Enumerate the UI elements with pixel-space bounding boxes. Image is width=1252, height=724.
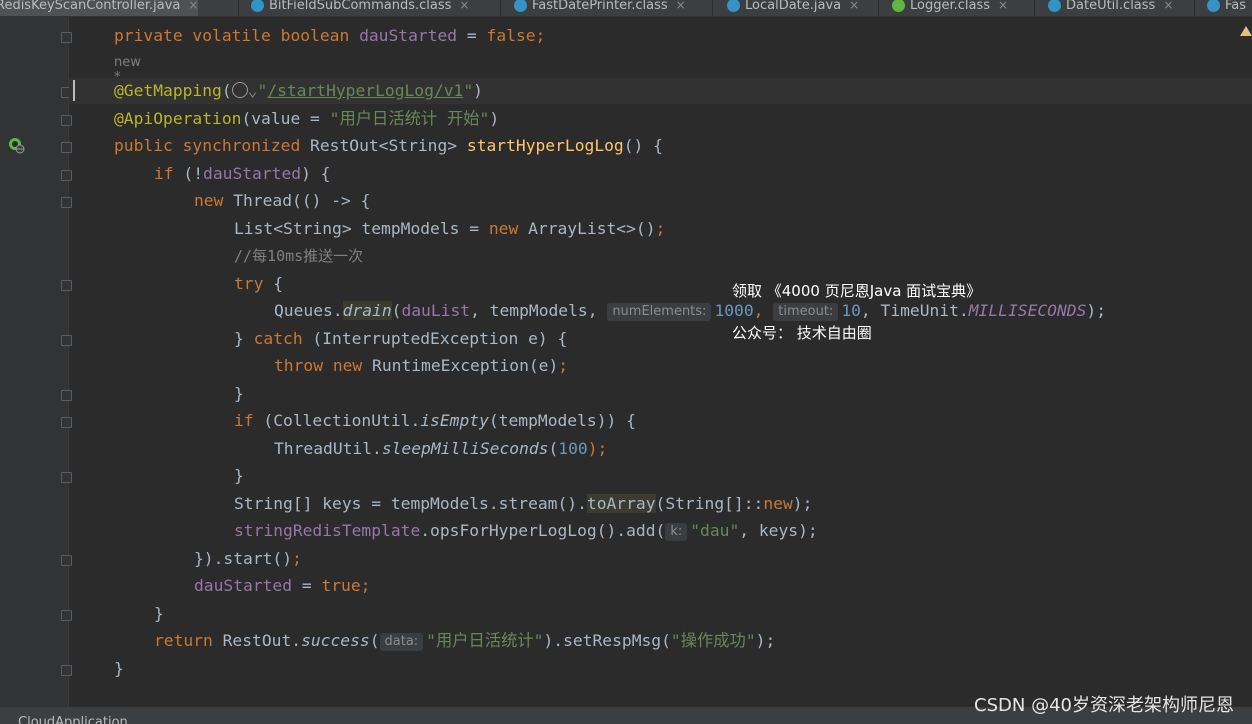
code-line: private volatile boolean dauStarted = fa… <box>114 26 546 45</box>
tab-label: DateUtil.class <box>1066 0 1156 13</box>
editor-tab-bar: RedisKeyScanController.java × BitFieldSu… <box>0 0 1252 17</box>
fold-marker[interactable] <box>61 417 72 428</box>
fold-marker[interactable] <box>61 115 72 126</box>
class-icon <box>514 0 527 12</box>
class-icon <box>251 0 264 12</box>
web-endpoint-gutter-icon[interactable] <box>8 137 25 154</box>
code-line: @ApiOperation(value = "用户日活统计 开始") <box>114 109 500 128</box>
parameter-hint: data: <box>379 633 424 651</box>
warning-icon[interactable] <box>1240 26 1252 36</box>
fold-marker[interactable] <box>61 665 72 676</box>
endpoint-url-link[interactable]: /startHyperLogLog/v1 <box>267 81 463 100</box>
parameter-hint: numElements: <box>607 303 712 321</box>
fold-marker[interactable] <box>61 32 72 43</box>
code-comment: //每10ms推送一次 <box>234 247 364 265</box>
code-line: dauStarted = true; <box>194 576 371 595</box>
code-line: throw new RuntimeException(e); <box>274 356 569 375</box>
fold-marker[interactable] <box>61 280 72 291</box>
tab-label: Logger.class <box>910 0 991 13</box>
fold-marker[interactable] <box>61 390 72 401</box>
code-line: String[] keys = tempModels.stream().toAr… <box>234 494 813 513</box>
fold-marker[interactable] <box>61 142 72 153</box>
tab-logger[interactable]: Logger.class × <box>892 0 1008 16</box>
run-config-label[interactable]: CloudApplication ... <box>18 715 144 724</box>
code-line: Queues.drain(dauList, tempModels, numEle… <box>274 301 1106 321</box>
close-icon[interactable]: × <box>849 0 859 12</box>
tab-label: RedisKeyScanController.java <box>0 0 181 13</box>
tab-dateutil[interactable]: DateUtil.class × <box>1048 0 1173 16</box>
code-line: List<String> tempModels = new ArrayList<… <box>234 219 666 238</box>
class-icon <box>1207 0 1220 12</box>
tab-fas[interactable]: Fas <box>1207 0 1246 16</box>
interface-icon <box>892 0 905 12</box>
tab-label: BitFieldSubCommands.class <box>269 0 452 13</box>
code-line: if (CollectionUtil.isEmpty(tempModels)) … <box>234 411 636 430</box>
code-line: } <box>234 466 244 485</box>
promo-overlay-line-2: 公众号： 技术自由圈 <box>732 324 872 342</box>
tab-fastdateprinter[interactable]: FastDatePrinter.class × <box>514 0 686 16</box>
globe-icon[interactable] <box>231 82 248 98</box>
fold-marker[interactable] <box>61 472 72 483</box>
code-line: } <box>234 384 244 403</box>
close-icon[interactable]: × <box>459 0 469 12</box>
fold-marker[interactable] <box>61 197 72 208</box>
code-line: ThreadUtil.sleepMilliSeconds(100); <box>274 439 608 458</box>
code-line: @GetMapping(⌄"/startHyperLogLog/v1") <box>114 81 483 100</box>
tab-label: FastDatePrinter.class <box>532 0 668 13</box>
editor-gutter <box>0 17 68 707</box>
close-icon[interactable]: × <box>188 0 198 12</box>
code-line: stringRedisTemplate.opsForHyperLogLog().… <box>234 521 818 541</box>
caret <box>73 80 75 101</box>
class-icon <box>1048 0 1061 12</box>
watermark: CSDN @40岁资深老架构师尼恩 <box>974 695 1234 716</box>
tab-bitfieldsubcommands[interactable]: BitFieldSubCommands.class × <box>251 0 469 16</box>
fold-marker[interactable] <box>61 335 72 346</box>
tab-rediskeyscancontroller[interactable]: RedisKeyScanController.java × <box>0 0 199 16</box>
code-line: }).start(); <box>194 549 302 568</box>
tab-localdate[interactable]: LocalDate.java × <box>727 0 859 16</box>
parameter-hint: timeout: <box>773 303 839 321</box>
code-line: return RestOut.success(data: "用户日活统计").se… <box>154 631 776 651</box>
close-icon[interactable]: × <box>1163 0 1173 12</box>
code-line: new Thread(() -> { <box>194 191 371 210</box>
fold-marker[interactable] <box>61 610 72 621</box>
fold-marker[interactable] <box>61 170 72 181</box>
code-line: } <box>154 604 164 623</box>
fold-marker[interactable] <box>61 555 72 566</box>
code-line: } catch (InterruptedException e) { <box>234 329 568 348</box>
code-line: } <box>114 659 124 678</box>
code-line: public synchronized RestOut<String> star… <box>114 136 663 155</box>
close-icon[interactable]: × <box>998 0 1008 12</box>
code-line: try { <box>234 274 284 293</box>
tab-label: Fas <box>1225 0 1247 13</box>
close-icon[interactable]: × <box>676 0 686 12</box>
code-line: if (!dauStarted) { <box>154 164 331 183</box>
promo-overlay-line-1: 领取 《4000 页尼恩Java 面试宝典》 <box>732 282 982 300</box>
tab-label: LocalDate.java <box>745 0 842 13</box>
chevron-down-icon: ⌄ <box>247 81 258 100</box>
parameter-hint: k: <box>665 523 688 541</box>
class-icon <box>727 0 740 12</box>
